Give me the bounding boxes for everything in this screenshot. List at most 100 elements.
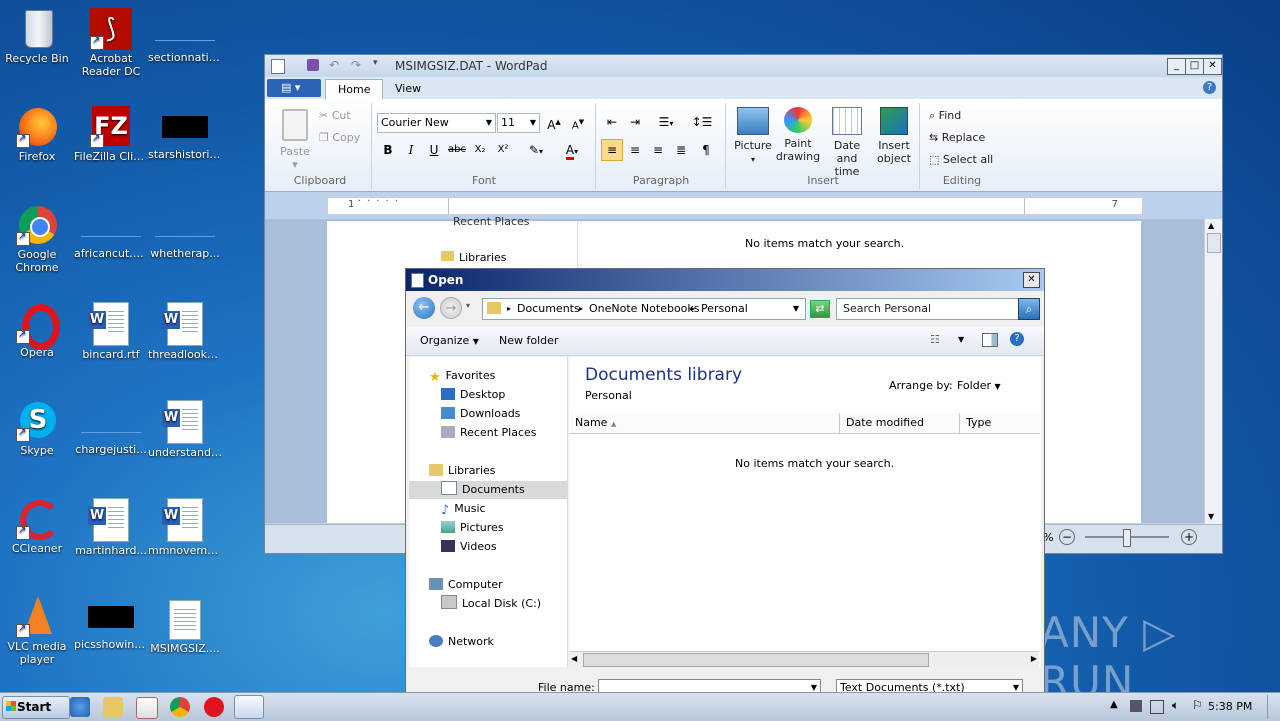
search-icon[interactable]: ⌕: [1018, 298, 1040, 320]
scrollbar-thumb[interactable]: [1207, 233, 1221, 253]
scrollbar-thumb[interactable]: [583, 653, 929, 667]
desktop-icon-skype[interactable]: S Skype: [0, 400, 74, 457]
preview-pane-icon[interactable]: [982, 333, 998, 347]
paste-button[interactable]: Paste ▾: [275, 109, 315, 171]
refresh-icon[interactable]: ⇄: [810, 300, 830, 318]
select-all-button[interactable]: ⬚ Select all: [929, 153, 993, 166]
line-spacing-button[interactable]: ↕☰: [685, 111, 719, 133]
desktop-icon-sectionnatio[interactable]: sectionnatio...: [148, 8, 222, 64]
show-desktop-button[interactable]: [1267, 695, 1278, 719]
address-bar[interactable]: ▸ Documents ▸ OneNote Notebooks ▸ Person…: [482, 298, 806, 320]
network-icon[interactable]: [1150, 700, 1164, 714]
action-center-icon[interactable]: [1130, 700, 1142, 712]
insert-object-button[interactable]: Insert object: [873, 107, 915, 165]
desktop-icon-africancut[interactable]: africancut.png: [74, 204, 148, 260]
scroll-right-icon[interactable]: ▶: [1031, 654, 1037, 663]
shrink-font-button[interactable]: A▼: [567, 111, 589, 133]
font-color-button[interactable]: A▾: [555, 139, 589, 161]
desktop-icon-chrome[interactable]: Google Chrome: [0, 204, 74, 274]
desktop-icon-picsshowing[interactable]: picsshowing...: [74, 596, 148, 651]
organize-button[interactable]: Organize ▼: [420, 334, 479, 347]
save-icon[interactable]: [307, 59, 319, 71]
start-button[interactable]: Start: [2, 696, 70, 719]
wordpad-taskbar-button[interactable]: [234, 695, 264, 719]
desktop-icon-opera[interactable]: Opera: [0, 302, 74, 359]
zoom-slider-thumb[interactable]: [1123, 529, 1131, 547]
wordpad-app-icon[interactable]: [271, 59, 285, 74]
desktop-icon-firefox[interactable]: Firefox: [0, 106, 74, 163]
align-left-button[interactable]: ≡: [601, 139, 623, 161]
clock[interactable]: 5:38 PM: [1208, 700, 1252, 713]
desktop-icon-filezilla[interactable]: FZ FileZilla Client: [74, 106, 148, 163]
breadcrumb-documents[interactable]: Documents: [517, 299, 580, 319]
align-right-button[interactable]: ≡: [647, 139, 669, 161]
close-button[interactable]: ✕: [1203, 58, 1222, 75]
forward-button[interactable]: →: [440, 297, 462, 319]
nav-local-disk[interactable]: Local Disk (C:): [441, 595, 541, 613]
chrome-icon[interactable]: [170, 697, 190, 717]
back-button[interactable]: ←: [413, 297, 435, 319]
nav-desktop[interactable]: Desktop: [441, 386, 505, 404]
decrease-indent-button[interactable]: ⇤: [601, 111, 623, 133]
align-center-button[interactable]: ≡: [624, 139, 646, 161]
wordpad-title-bar[interactable]: ↶ ↷ ▾ MSIMGSIZ.DAT - WordPad _ □ ✕: [265, 55, 1222, 77]
explorer-icon[interactable]: [103, 697, 123, 717]
nav-favorites[interactable]: ★ Favorites: [429, 367, 495, 385]
scroll-up-icon[interactable]: ▲: [1208, 221, 1214, 230]
opera-icon[interactable]: [204, 697, 224, 717]
underline-button[interactable]: U: [423, 139, 445, 161]
strikethrough-button[interactable]: abc: [446, 139, 468, 161]
paragraph-dialog-button[interactable]: ¶: [695, 139, 717, 161]
date-time-button[interactable]: Date and time: [823, 107, 871, 178]
subscript-button[interactable]: X₂: [469, 139, 491, 161]
insert-picture-button[interactable]: Picture ▾: [733, 107, 773, 165]
bold-button[interactable]: B: [377, 139, 399, 161]
highlight-color-button[interactable]: ✎▾: [519, 139, 553, 161]
scroll-down-icon[interactable]: ▼: [1208, 512, 1214, 521]
tab-home[interactable]: Home: [325, 79, 384, 100]
desktop-icon-whetherap[interactable]: whetherap...: [148, 204, 222, 260]
nav-documents[interactable]: Documents: [409, 481, 567, 499]
desktop-icon-starshistoric[interactable]: starshistoric...: [148, 106, 222, 161]
column-header-type[interactable]: Type: [960, 413, 1040, 434]
font-family-select[interactable]: Courier New ▼: [377, 113, 496, 133]
cut-button[interactable]: ✂ Cut: [319, 109, 351, 122]
bullets-button[interactable]: ☰▾: [649, 111, 683, 133]
increase-indent-button[interactable]: ⇥: [624, 111, 646, 133]
ruler[interactable]: 1 ····· 7: [327, 196, 1143, 215]
recent-locations-icon[interactable]: ▾: [466, 301, 470, 310]
help-icon[interactable]: ?: [1010, 332, 1024, 346]
zoom-out-button[interactable]: −: [1059, 529, 1075, 545]
chevron-down-icon[interactable]: ▼: [958, 335, 964, 344]
flag-icon[interactable]: ⚐: [1192, 698, 1203, 712]
chevron-down-icon[interactable]: ▼: [793, 299, 799, 319]
desktop-icon-mmnovemb[interactable]: W mmnovemb...: [148, 498, 222, 557]
ie-icon[interactable]: [70, 697, 90, 717]
zoom-in-button[interactable]: +: [1181, 529, 1197, 545]
font-size-select[interactable]: 11 ▼: [497, 113, 540, 133]
scroll-left-icon[interactable]: ◀: [571, 654, 577, 663]
breadcrumb-personal[interactable]: Personal: [701, 299, 748, 319]
minimize-button[interactable]: _: [1167, 58, 1186, 75]
file-menu-button[interactable]: [267, 79, 321, 97]
desktop-icon-acrobat[interactable]: ⟆ Acrobat Reader DC: [74, 8, 148, 78]
desktop-icon-understandi[interactable]: W understandi...: [148, 400, 222, 459]
nav-pictures[interactable]: Pictures: [441, 519, 504, 537]
nav-network[interactable]: Network: [429, 633, 494, 651]
nav-libraries[interactable]: Libraries: [429, 462, 496, 480]
media-player-icon[interactable]: [136, 697, 158, 719]
superscript-button[interactable]: X²: [492, 139, 514, 161]
search-input[interactable]: Search Personal: [836, 298, 1024, 320]
open-dialog-title-bar[interactable]: Open ✕: [406, 269, 1044, 291]
horizontal-scrollbar[interactable]: ◀ ▶: [569, 651, 1039, 668]
nav-downloads[interactable]: Downloads: [441, 405, 520, 423]
nav-computer[interactable]: Computer: [429, 576, 503, 594]
copy-button[interactable]: ❐ Copy: [319, 131, 360, 144]
paint-drawing-button[interactable]: Paint drawing: [775, 107, 821, 163]
breadcrumb-onenote-notebooks[interactable]: OneNote Notebooks: [589, 299, 700, 319]
desktop-icon-martinhard[interactable]: W martinhard...: [74, 498, 148, 557]
replace-button[interactable]: ⇆ Replace: [929, 131, 985, 144]
column-header-name[interactable]: Name ▲: [569, 413, 840, 434]
nav-recent-places[interactable]: Recent Places: [441, 424, 537, 442]
undo-icon[interactable]: ↶: [329, 58, 339, 72]
